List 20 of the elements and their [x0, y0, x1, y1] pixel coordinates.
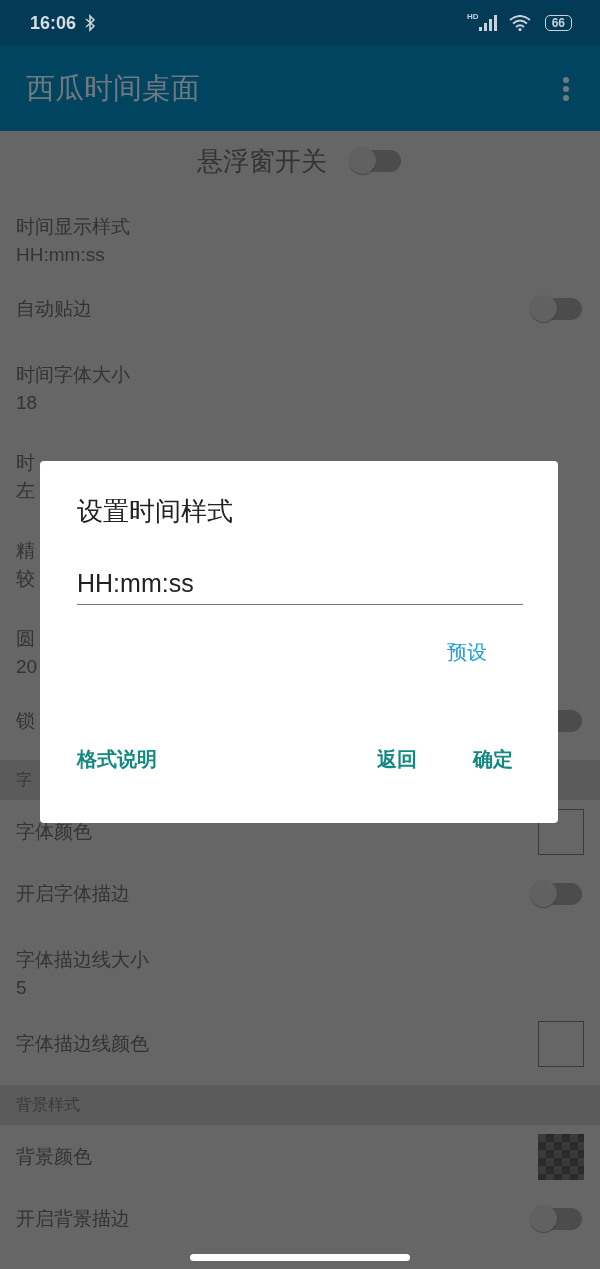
cancel-button[interactable]: 返回: [373, 742, 421, 777]
network-label: HD: [467, 12, 479, 21]
bluetooth-icon: [84, 14, 97, 32]
input-field[interactable]: HH:mm:ss: [77, 569, 523, 605]
preset-button[interactable]: 预设: [443, 635, 491, 670]
clock: 16:06: [30, 12, 77, 34]
app-title: 西瓜时间桌面: [26, 70, 201, 106]
color-swatch[interactable]: [538, 1021, 584, 1067]
wifi-icon: [508, 15, 531, 31]
toggle-switch[interactable]: [530, 1204, 584, 1234]
dialog-title: 设置时间样式: [77, 495, 234, 528]
signal-icon: [478, 15, 497, 31]
help-button[interactable]: 格式说明: [77, 742, 161, 777]
ok-button[interactable]: 确定: [469, 742, 517, 777]
battery-indicator: 66: [544, 15, 572, 31]
toggle-switch[interactable]: [530, 294, 584, 324]
toggle-switch[interactable]: [530, 879, 584, 909]
color-swatch[interactable]: [538, 1134, 584, 1180]
toggle-switch[interactable]: [349, 146, 403, 176]
more-menu-icon[interactable]: [562, 76, 570, 101]
